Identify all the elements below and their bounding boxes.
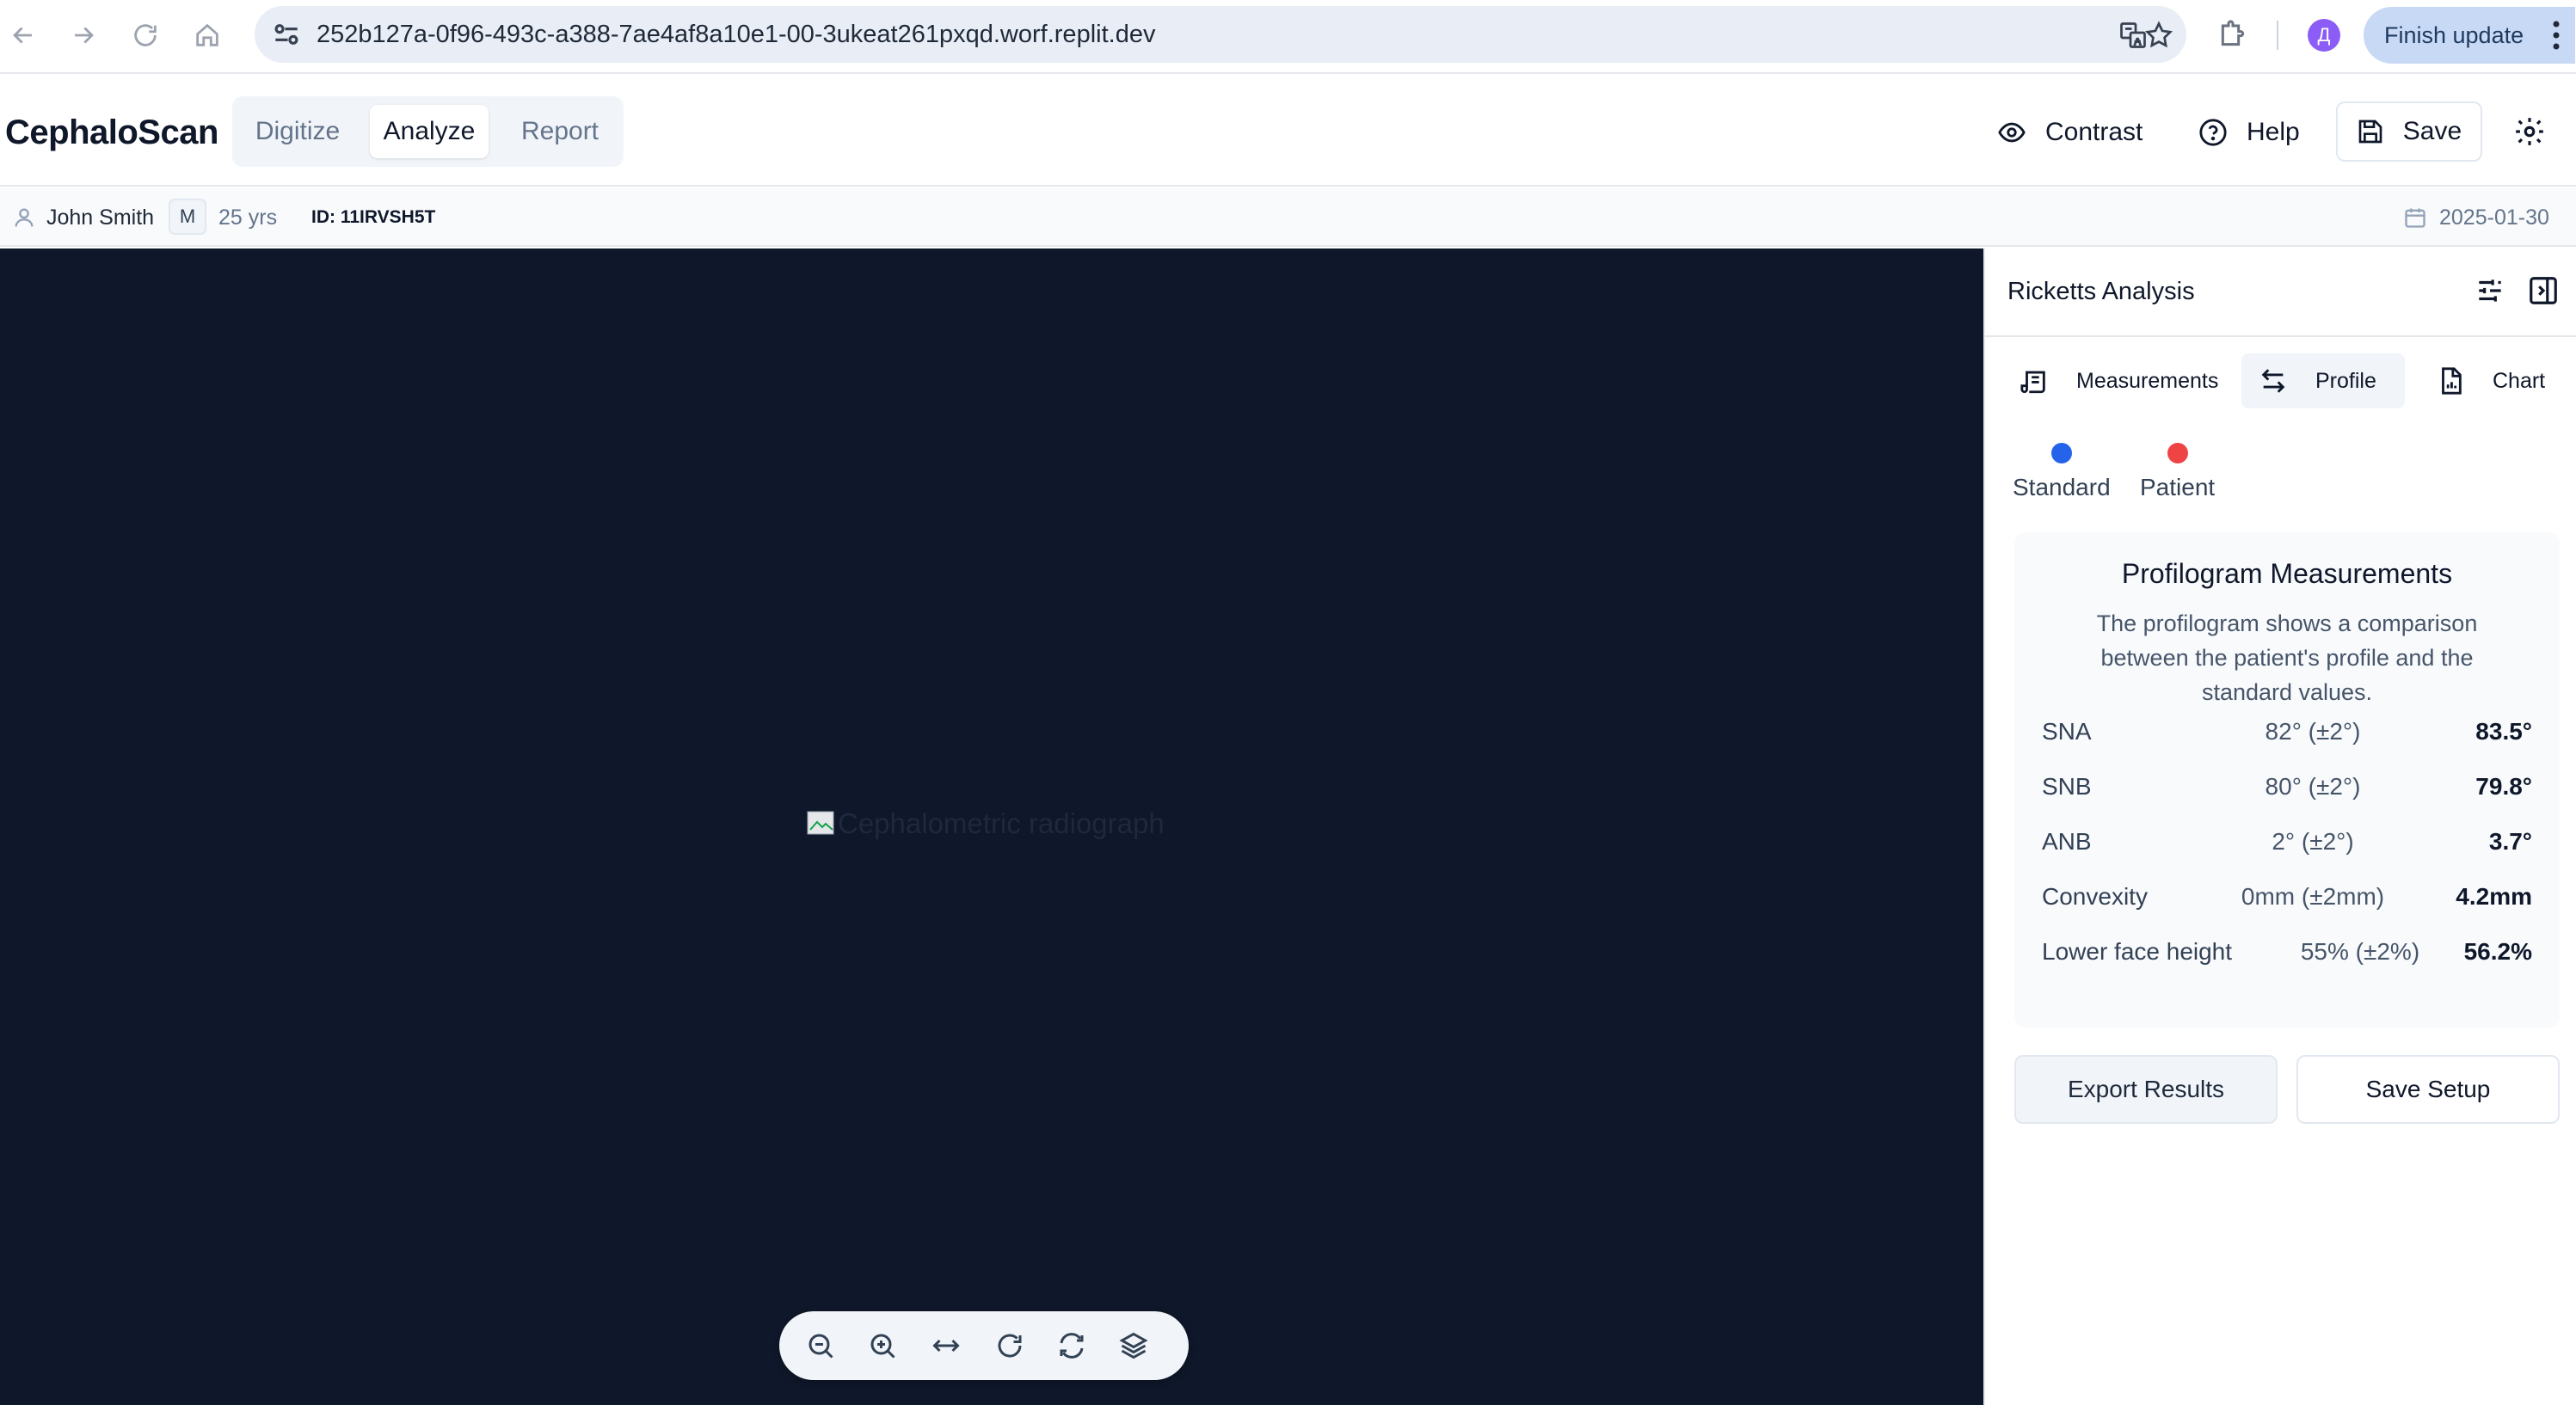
- analysis-panel: Ricketts Analysis Measurements Profile C…: [1983, 248, 2576, 1405]
- measurement-norm: 82° (±2°): [2265, 718, 2361, 745]
- more-vert-icon[interactable]: [2553, 19, 2560, 52]
- measurement-norm: 2° (±2°): [2272, 828, 2354, 855]
- exam-date: 2025-01-30: [2439, 206, 2549, 230]
- site-settings-icon[interactable]: [270, 18, 303, 51]
- tab-digitize[interactable]: Digitize: [246, 105, 349, 158]
- measurement-row: SNA 82° (±2°) 83.5°: [2042, 718, 2532, 752]
- measurement-norm: 80° (±2°): [2265, 773, 2361, 800]
- measurement-name: ANB: [2042, 828, 2092, 855]
- zoom-out-icon[interactable]: [802, 1327, 839, 1365]
- patient-info-bar: John Smith M 25 yrs ID: 11IRVSH5T 2025-0…: [0, 188, 2576, 247]
- toolbar-divider: [2277, 21, 2278, 50]
- patient-sex-badge: M: [169, 199, 206, 235]
- measurement-name: Lower face height: [2042, 938, 2233, 965]
- calendar-icon: [2405, 208, 2425, 228]
- contrast-label: Contrast: [2045, 118, 2143, 146]
- url-text[interactable]: 252b127a-0f96-493c-a388-7ae4af8a10e1-00-…: [317, 21, 1155, 49]
- profile-avatar[interactable]: Д: [2308, 19, 2340, 52]
- user-icon: [15, 208, 34, 227]
- export-results-button[interactable]: Export Results: [2014, 1055, 2278, 1124]
- finish-update-button[interactable]: Finish update: [2364, 7, 2575, 64]
- measurement-name: Convexity: [2042, 883, 2148, 910]
- panel-divider: [1985, 335, 2576, 337]
- help-label: Help: [2247, 118, 2300, 146]
- forward-arrow-icon[interactable]: [64, 15, 103, 55]
- measurement-value: 56.2%: [2463, 938, 2532, 965]
- fit-width-icon[interactable]: [927, 1327, 965, 1365]
- bookmark-star-icon[interactable]: [2143, 20, 2174, 51]
- eye-icon: [1998, 122, 2026, 143]
- layers-icon[interactable]: [1115, 1327, 1153, 1365]
- viewer-toolbar: [779, 1311, 1189, 1380]
- panel-title: Ricketts Analysis: [2007, 278, 2195, 305]
- reload-icon[interactable]: [126, 15, 165, 55]
- swap-arrows-icon: [2261, 369, 2285, 393]
- help-circle-icon: [2199, 119, 2227, 146]
- measurement-row: SNB 80° (±2°) 79.8°: [2042, 773, 2532, 807]
- rotate-icon[interactable]: [991, 1327, 1029, 1365]
- legend-patient-label: Patient: [2140, 474, 2216, 500]
- contrast-button[interactable]: Contrast: [1997, 112, 2143, 153]
- legend-patient: Patient: [2140, 443, 2215, 501]
- zoom-in-icon[interactable]: [864, 1327, 901, 1365]
- extensions-icon[interactable]: [2216, 17, 2250, 52]
- tab-measurements[interactable]: Measurements: [2020, 353, 2230, 408]
- legend-standard: Standard: [2013, 443, 2111, 501]
- patient-name: John Smith: [46, 206, 155, 230]
- image-alt-text: Cephalometric radiograph: [838, 807, 1165, 839]
- save-setup-button[interactable]: Save Setup: [2296, 1055, 2560, 1124]
- sliders-icon[interactable]: [2474, 274, 2506, 307]
- patient-age: 25 yrs: [218, 206, 278, 230]
- app-header: CephaloScan Digitize Analyze Report Cont…: [0, 76, 2576, 187]
- browser-toolbar: 252b127a-0f96-493c-a388-7ae4af8a10e1-00-…: [0, 0, 2576, 74]
- home-icon[interactable]: [188, 15, 227, 55]
- settings-gear-icon[interactable]: [2513, 115, 2546, 148]
- floppy-disk-icon: [2358, 120, 2382, 144]
- save-button[interactable]: Save: [2336, 101, 2482, 162]
- address-bar[interactable]: 252b127a-0f96-493c-a388-7ae4af8a10e1-00-…: [255, 6, 2186, 63]
- measurement-value: 3.7°: [2488, 828, 2532, 855]
- measurement-row: Convexity 0mm (±2mm) 4.2mm: [2042, 883, 2532, 917]
- radiograph-viewer[interactable]: Cephalometric radiograph: [0, 248, 1983, 1405]
- legend-standard-dot: [2050, 443, 2072, 463]
- tab-measurements-label: Measurements: [2076, 368, 2219, 393]
- profilogram-card: Profilogram Measurements The profilogram…: [2014, 532, 2560, 1028]
- radiograph-image: Cephalometric radiograph: [807, 807, 1165, 840]
- legend-patient-dot: [2167, 443, 2188, 463]
- legend-standard-label: Standard: [2013, 474, 2111, 500]
- collapse-panel-icon[interactable]: [2527, 274, 2560, 307]
- chart-file-icon: [2442, 367, 2462, 395]
- patient-id: ID: 11IRVSH5T: [311, 207, 436, 227]
- finish-update-label: Finish update: [2384, 21, 2524, 48]
- tab-report[interactable]: Report: [509, 105, 611, 158]
- measurement-name: SNA: [2042, 718, 2092, 745]
- broken-image-icon: [807, 811, 834, 835]
- measurement-row: ANB 2° (±2°) 3.7°: [2042, 828, 2532, 862]
- back-arrow-icon[interactable]: [3, 15, 43, 55]
- reset-icon[interactable]: [1053, 1327, 1091, 1365]
- app-logo: CephaloScan: [5, 114, 218, 151]
- help-button[interactable]: Help: [2198, 112, 2300, 153]
- measurement-norm: 55% (±2%): [2300, 938, 2420, 965]
- tab-profile-label: Profile: [2315, 368, 2376, 393]
- measurement-value: 83.5°: [2475, 718, 2532, 745]
- measurement-value: 4.2mm: [2456, 883, 2532, 910]
- measurement-row: Lower face height 55% (±2%) 56.2%: [2042, 938, 2532, 972]
- card-description: The profilogram shows a comparison betwe…: [2096, 610, 2478, 705]
- measurement-value: 79.8°: [2475, 773, 2532, 800]
- tab-chart[interactable]: Chart: [2436, 353, 2545, 408]
- measurement-name: SNB: [2042, 773, 2092, 800]
- tab-chart-label: Chart: [2493, 368, 2546, 393]
- save-label: Save: [2402, 117, 2462, 145]
- scroll-list-icon: [2020, 371, 2045, 394]
- tab-profile[interactable]: Profile: [2241, 353, 2405, 408]
- measurement-norm: 0mm (±2mm): [2241, 883, 2385, 910]
- card-title: Profilogram Measurements: [2121, 558, 2453, 589]
- mode-switcher: Digitize Analyze Report: [232, 96, 624, 167]
- tab-analyze[interactable]: Analyze: [370, 105, 489, 158]
